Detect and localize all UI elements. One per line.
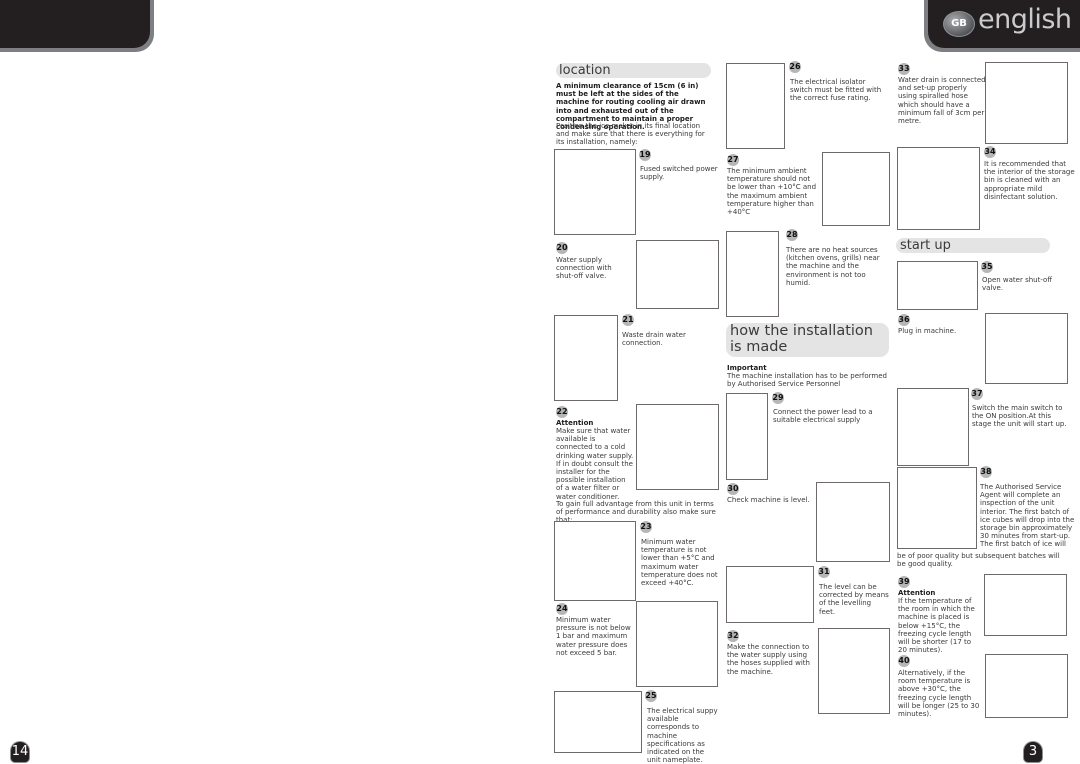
step-32-text: Make the connection to the water supply … <box>727 643 810 676</box>
step-23-illustration <box>554 521 636 601</box>
step-37-number: 37 <box>971 388 983 400</box>
step-26-number: 26 <box>789 61 801 73</box>
step-38-text-continued: be of poor quality but subsequent batche… <box>897 552 1060 569</box>
step-26-text: The electrical isolator switch must be f… <box>790 78 882 103</box>
step-39-illustration <box>984 574 1067 636</box>
section-heading-installation: how the installation is made <box>726 323 889 357</box>
step-40-number: 40 <box>898 655 910 667</box>
step-27-text: The minimum ambient temperature should n… <box>727 167 817 217</box>
page-number-left: 14 <box>11 742 29 762</box>
step-36-number: 36 <box>898 314 910 326</box>
step-40-illustration <box>985 654 1068 718</box>
step-36-text: Plug in machine. <box>898 327 957 335</box>
step-35-text: Open water shut-off valve. <box>982 276 1053 293</box>
step-36-illustration <box>985 313 1068 384</box>
step-29-number: 29 <box>772 392 784 404</box>
step-25-text: The electrical suppy available correspon… <box>647 707 718 764</box>
step-23-text: Minimum water temperature is not lower t… <box>641 538 718 588</box>
step-22-text: Make sure that water available is connec… <box>556 427 634 501</box>
step-21-number: 21 <box>622 314 634 326</box>
step-22-number: 22 <box>556 406 568 418</box>
step-29-text: Connect the power lead to a suitable ele… <box>773 408 873 425</box>
step-31-illustration <box>726 566 814 623</box>
step-39-attention-label: Attention <box>898 589 936 597</box>
section-heading-start-up: start up <box>896 238 1050 253</box>
step-30-number: 30 <box>727 483 739 495</box>
step-33-illustration <box>985 62 1068 144</box>
left-header-tab <box>0 0 150 48</box>
step-32-number: 32 <box>727 630 739 642</box>
step-22-attention-label: Attention <box>556 419 594 427</box>
step-19-text: Fused switched power supply. <box>640 165 718 182</box>
step-35-number: 35 <box>981 261 993 273</box>
step-38-text: The Authorised Service Agent will comple… <box>980 483 1075 549</box>
step-31-text: The level can be corrected by means of t… <box>819 583 889 616</box>
step-31-number: 31 <box>818 566 830 578</box>
location-intro-text: Position the ice maker in its final loca… <box>556 122 705 147</box>
section-heading-location: location <box>556 63 711 78</box>
step-34-text: It is recommended that the interior of t… <box>984 160 1075 201</box>
step-29-illustration <box>726 393 768 480</box>
step-34-illustration <box>897 147 980 230</box>
step-23-number: 23 <box>640 521 652 533</box>
step-39-number: 39 <box>898 576 910 588</box>
step-24-number: 24 <box>556 603 568 615</box>
step-32-illustration <box>818 628 890 714</box>
step-33-text: Water drain is connected and set-up prop… <box>898 76 986 126</box>
step-28-number: 28 <box>786 229 798 241</box>
step-33-number: 33 <box>898 63 910 75</box>
step-19-number: 19 <box>639 149 651 161</box>
step-20-number: 20 <box>556 242 568 254</box>
step-24-text: Minimum water pressure is not below 1 ba… <box>556 616 631 657</box>
language-label: english <box>978 4 1072 35</box>
step-26-illustration <box>726 63 785 149</box>
step-30-text: Check machine is level. <box>727 496 810 504</box>
step-19-illustration <box>554 149 636 235</box>
step-25-number: 25 <box>645 690 657 702</box>
step-28-illustration <box>726 231 779 317</box>
step-37-text: Switch the main switch to the ON positio… <box>972 404 1067 429</box>
step-38-number: 38 <box>980 466 992 478</box>
step-25-illustration <box>554 691 642 753</box>
installation-important-label: Important <box>727 364 767 372</box>
step-27-number: 27 <box>727 154 739 166</box>
step-22-illustration <box>636 404 719 490</box>
gb-flag-icon: GB <box>943 11 975 37</box>
step-28-text: There are no heat sources (kitchen ovens… <box>786 246 880 287</box>
step-37-illustration <box>897 388 969 466</box>
step-27-illustration <box>822 152 890 226</box>
step-24-illustration <box>636 601 718 687</box>
installation-important-text: The machine installation has to be perfo… <box>727 372 887 389</box>
step-39-text: If the temperature of the room in which … <box>898 597 975 655</box>
step-40-text: Alternatively, if the room temperature i… <box>898 669 980 719</box>
step-20-text: Water supply connection with shut-off va… <box>556 256 612 281</box>
step-35-illustration <box>897 261 978 310</box>
step-30-illustration <box>816 482 890 562</box>
step-20-illustration <box>636 240 719 309</box>
page-number-right: 3 <box>1024 742 1042 762</box>
step-21-text: Waste drain water connection. <box>622 331 686 348</box>
step-21-illustration <box>554 315 618 401</box>
step-38-illustration <box>897 467 977 549</box>
step-34-number: 34 <box>984 146 996 158</box>
